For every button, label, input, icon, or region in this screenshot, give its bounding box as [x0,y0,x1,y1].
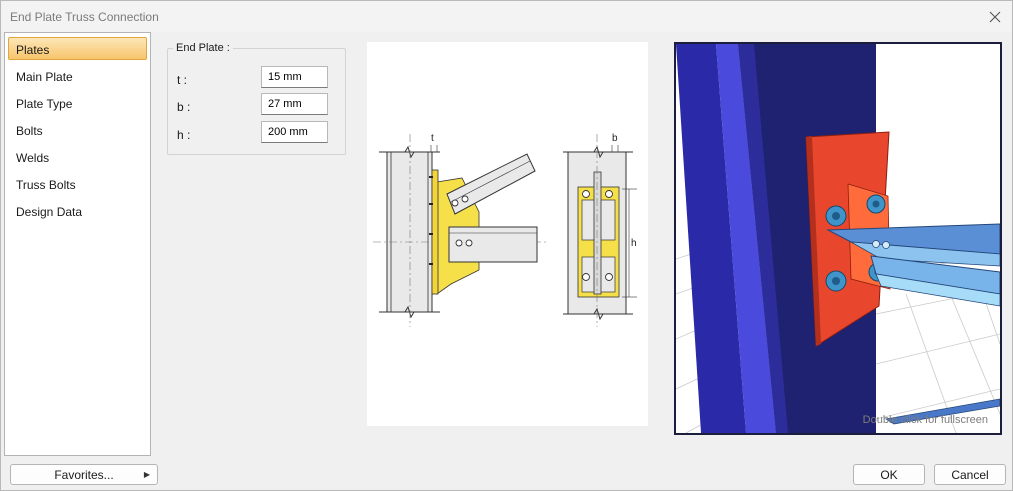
b-label: b : [177,100,191,114]
nav-item-label: Truss Bolts [16,178,76,192]
end-plate-group: End Plate : t : b : h : [167,42,346,155]
nav-item-truss-bolts[interactable]: Truss Bolts [8,172,147,195]
nav-item-welds[interactable]: Welds [8,145,147,168]
nav-item-label: Plates [16,43,50,57]
viewer-hint: Double click for fullscreen [862,414,988,426]
nav-item-label: Bolts [16,124,43,138]
t-input[interactable] [261,66,328,88]
cancel-button[interactable]: Cancel [934,464,1006,485]
nav-item-label: Welds [16,151,50,165]
dim-b-label: b [612,133,618,144]
nav-item-design-data[interactable]: Design Data [8,199,147,222]
nav-item-label: Main Plate [16,70,73,84]
dim-t-label: t [431,133,434,144]
nav-item-bolts[interactable]: Bolts [8,118,147,141]
t-label: t : [177,73,188,87]
cancel-label: Cancel [951,467,989,482]
nav-item-plate-type[interactable]: Plate Type [8,91,147,114]
nav-item-plates[interactable]: Plates [8,37,147,60]
chevron-right-icon: ▶ [143,470,150,479]
3d-model-render [676,44,1000,433]
ok-label: OK [880,467,898,482]
side-view: t [373,133,547,327]
favorites-button[interactable]: Favorites... ▶ [10,464,158,485]
nav-item-label: Plate Type [16,97,73,111]
category-list: Plates Main Plate Plate Type Bolts Welds… [4,32,151,456]
close-icon [989,11,1001,23]
title-bar: End Plate Truss Connection [1,1,1012,32]
nav-item-label: Design Data [16,205,83,219]
h-label: h : [177,128,191,142]
connection-drawing: t h b [367,42,648,426]
window-title: End Plate Truss Connection [10,10,159,24]
front-view: h b [563,133,637,327]
technical-drawing: t h b [373,133,637,327]
h-input[interactable] [261,121,328,143]
dialog-window: End Plate Truss Connection Plates Main P… [0,0,1013,491]
group-title: End Plate : [173,42,233,54]
favorites-label: Favorites... [54,467,114,482]
ok-button[interactable]: OK [853,464,925,485]
b-input[interactable] [261,93,328,115]
nav-item-main-plate[interactable]: Main Plate [8,64,147,87]
dim-h-label: h [631,238,637,249]
close-button[interactable] [984,6,1006,28]
3d-viewer[interactable]: Double click for fullscreen [674,42,1002,435]
